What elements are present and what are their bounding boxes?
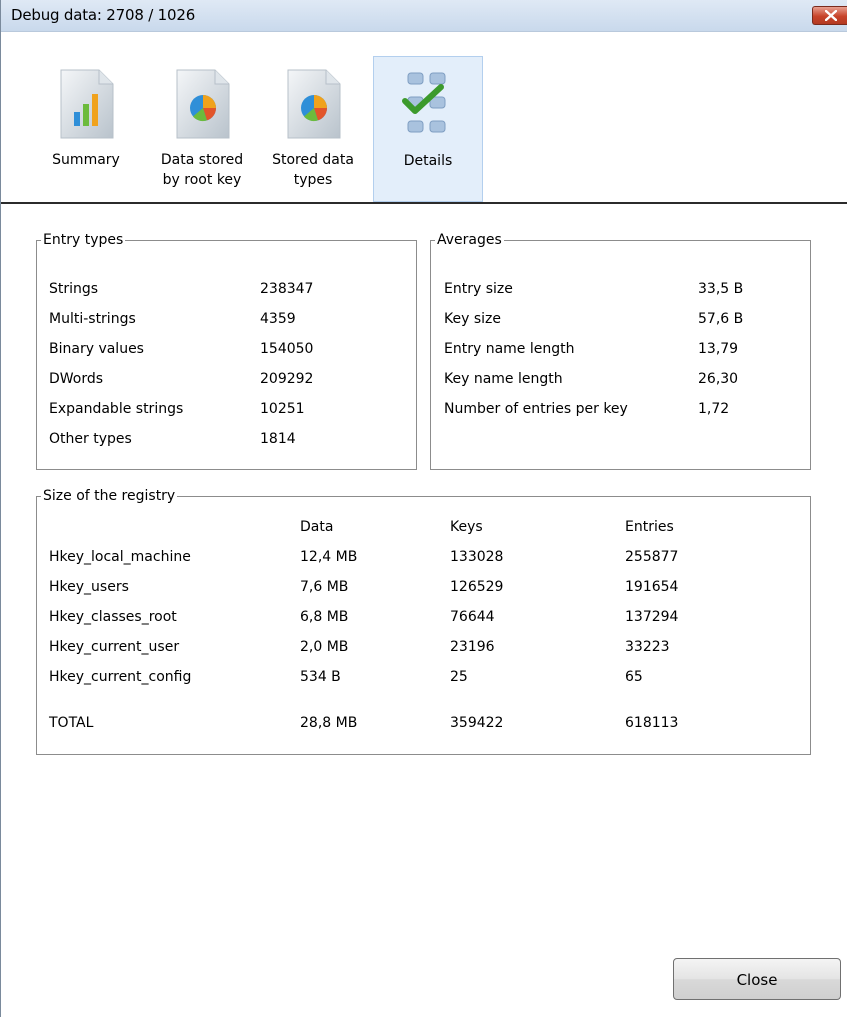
average-value: 1,72 xyxy=(698,401,730,417)
window-title: Debug data: 2708 / 1026 xyxy=(11,6,196,24)
root-key-keys: 126529 xyxy=(450,579,504,595)
root-key-keys: 76644 xyxy=(450,609,495,625)
root-key-entries: 255877 xyxy=(625,549,679,565)
entry-type-value: 4359 xyxy=(260,311,296,327)
average-value: 33,5 B xyxy=(698,281,744,297)
root-key-data: 7,6 MB xyxy=(300,579,349,595)
close-icon xyxy=(825,10,837,21)
entry-type-label: Other types xyxy=(49,431,132,447)
root-key-entries: 191654 xyxy=(625,579,679,595)
root-key-name: Hkey_current_user xyxy=(49,639,180,655)
root-key-data: 2,0 MB xyxy=(300,639,349,655)
registry-size-group: Size of the registry Data Keys Entries H… xyxy=(36,486,811,755)
entry-type-value: 10251 xyxy=(260,401,305,417)
entry-type-label: DWords xyxy=(49,371,104,387)
tab-data-stored-by-root-key-label: Data stored by root key xyxy=(160,152,244,188)
average-label: Entry name length xyxy=(444,341,575,357)
root-key-data: 534 B xyxy=(300,669,341,685)
column-header-keys: Keys xyxy=(450,519,483,535)
window-close-button[interactable] xyxy=(812,6,847,25)
pie-chart-document-icon xyxy=(171,68,233,144)
entry-types-title: Entry types xyxy=(41,230,126,250)
entry-type-value: 238347 xyxy=(260,281,314,297)
root-key-data: 12,4 MB xyxy=(300,549,358,565)
checklist-icon xyxy=(397,69,459,153)
averages-title: Averages xyxy=(435,230,504,250)
root-key-name: Hkey_local_machine xyxy=(49,549,191,565)
entry-type-label: Multi-strings xyxy=(49,311,136,327)
entry-type-value: 1814 xyxy=(260,431,296,447)
total-label: TOTAL xyxy=(49,715,94,731)
average-label: Key name length xyxy=(444,371,563,387)
average-value: 57,6 B xyxy=(698,311,744,327)
root-key-entries: 33223 xyxy=(625,639,670,655)
entry-type-label: Binary values xyxy=(49,341,144,357)
average-value: 13,79 xyxy=(698,341,739,357)
average-value: 26,30 xyxy=(698,371,739,387)
averages-group: Averages Entry size 33,5 B Key size 57,6… xyxy=(430,230,811,470)
tab-summary-label: Summary xyxy=(52,152,120,168)
total-keys: 359422 xyxy=(450,715,504,731)
entry-types-group: Entry types Strings 238347 Multi-strings… xyxy=(36,230,417,470)
root-key-entries: 65 xyxy=(625,669,643,685)
average-label: Key size xyxy=(444,311,501,327)
root-key-entries: 137294 xyxy=(625,609,679,625)
average-label: Number of entries per key xyxy=(444,401,628,417)
column-header-entries: Entries xyxy=(625,519,674,535)
root-key-data: 6,8 MB xyxy=(300,609,349,625)
root-key-keys: 25 xyxy=(450,669,468,685)
average-label: Entry size xyxy=(444,281,513,297)
title-bar: Debug data: 2708 / 1026 xyxy=(1,0,847,32)
root-key-name: Hkey_current_config xyxy=(49,669,192,685)
toolbar: Summary Data stored by root key Stored d… xyxy=(1,32,847,203)
root-key-keys: 133028 xyxy=(450,549,504,565)
tab-summary[interactable]: Summary xyxy=(31,56,141,202)
tab-data-stored-by-root-key[interactable]: Data stored by root key xyxy=(147,56,257,202)
toolbar-separator xyxy=(1,202,847,204)
root-key-name: Hkey_classes_root xyxy=(49,609,177,625)
column-header-data: Data xyxy=(300,519,334,535)
registry-size-title: Size of the registry xyxy=(41,486,178,506)
root-key-keys: 23196 xyxy=(450,639,495,655)
root-key-name: Hkey_users xyxy=(49,579,129,595)
total-data: 28,8 MB xyxy=(300,715,358,731)
tab-details[interactable]: Details xyxy=(373,56,483,202)
tab-stored-data-types[interactable]: Stored data types xyxy=(258,56,368,202)
total-entries: 618113 xyxy=(625,715,679,731)
debug-data-window: Debug data: 2708 / 1026 Summary Data sto… xyxy=(0,0,847,1017)
entry-type-value: 154050 xyxy=(260,341,314,357)
bar-chart-document-icon xyxy=(55,68,117,144)
tab-stored-data-types-label: Stored data types xyxy=(272,152,354,188)
pie-chart-document-icon xyxy=(282,68,344,144)
tab-details-label: Details xyxy=(403,153,453,169)
entry-type-value: 209292 xyxy=(260,371,314,387)
entry-type-label: Expandable strings xyxy=(49,401,184,417)
entry-type-label: Strings xyxy=(49,281,99,297)
close-button[interactable]: Close xyxy=(673,958,841,1000)
